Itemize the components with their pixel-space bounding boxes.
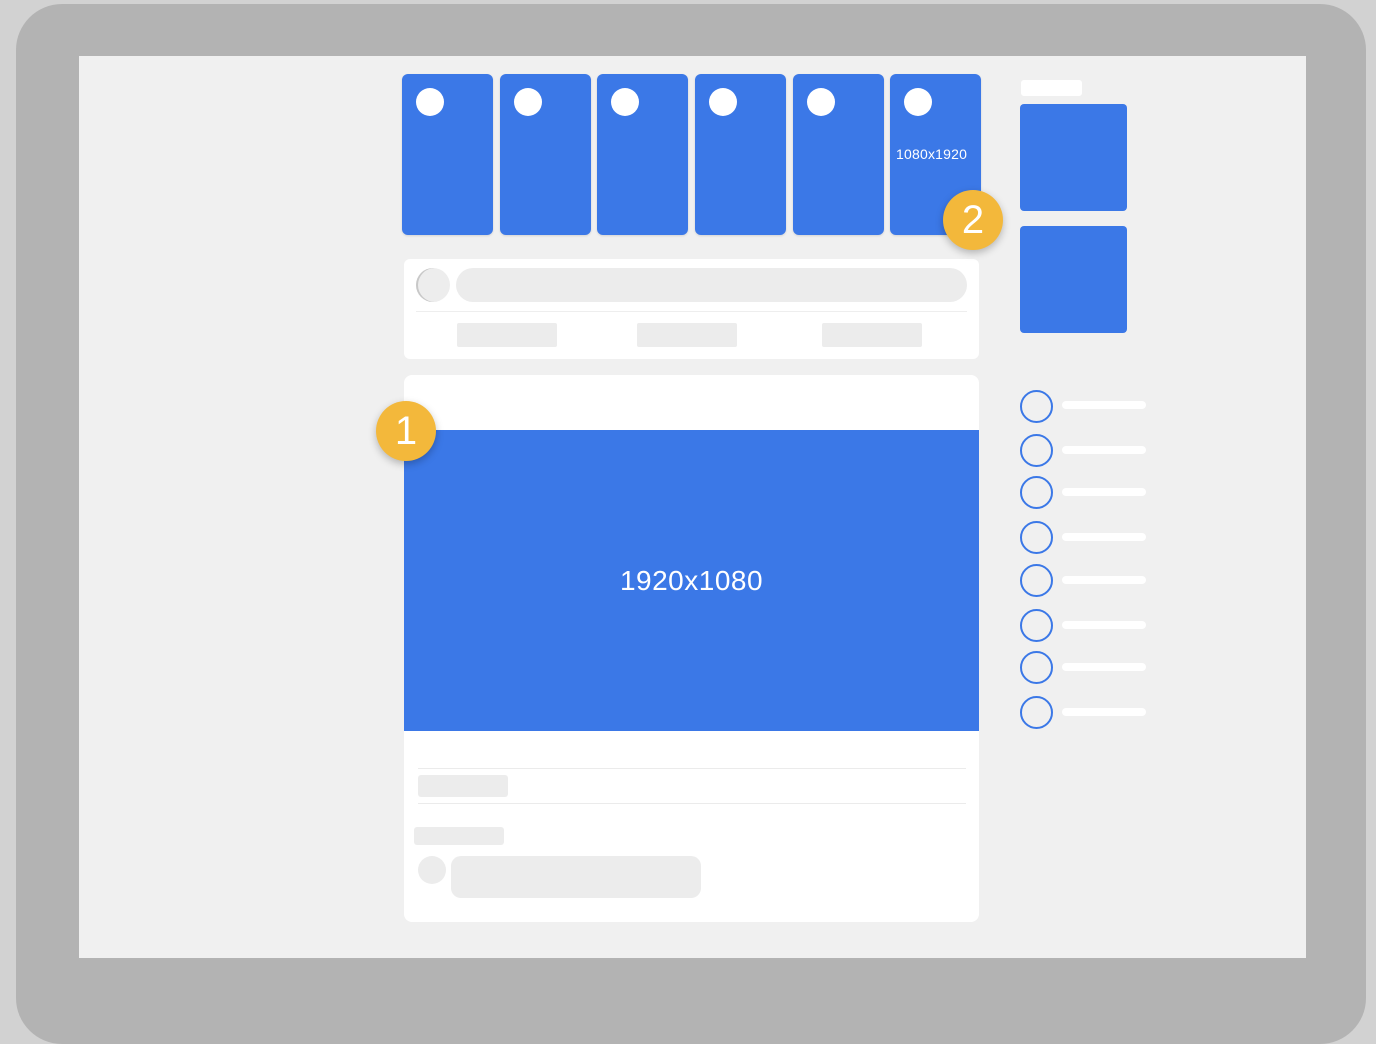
- contact-name[interactable]: [1062, 621, 1146, 629]
- post-image[interactable]: 1920x1080: [404, 430, 979, 731]
- contact-name[interactable]: [1062, 576, 1146, 584]
- feed-screen: 1080x1920 1920x1080: [79, 56, 1306, 958]
- sidebar-heading: [1021, 80, 1082, 96]
- contact-avatar[interactable]: [1020, 434, 1053, 467]
- divider: [416, 311, 967, 312]
- contact-avatar[interactable]: [1020, 651, 1053, 684]
- feed-post: 1920x1080: [404, 375, 979, 922]
- story-avatar: [416, 88, 444, 116]
- composer-action-button[interactable]: [637, 323, 737, 347]
- contact-name[interactable]: [1062, 533, 1146, 541]
- contact-name[interactable]: [1062, 401, 1146, 409]
- contact-name[interactable]: [1062, 446, 1146, 454]
- post-image-size-label: 1920x1080: [619, 564, 764, 596]
- comment-header: [414, 827, 504, 845]
- contact-name[interactable]: [1062, 488, 1146, 496]
- story-avatar: [709, 88, 737, 116]
- contact-avatar[interactable]: [1020, 696, 1053, 729]
- composer-action-button[interactable]: [457, 323, 557, 347]
- callout-badge-1: 1: [376, 401, 436, 461]
- divider: [418, 768, 966, 769]
- story-card[interactable]: [597, 74, 688, 235]
- story-size-label: 1080x1920: [896, 146, 968, 162]
- story-avatar: [611, 88, 639, 116]
- story-card[interactable]: [500, 74, 591, 235]
- story-card[interactable]: [695, 74, 786, 235]
- story-card[interactable]: [793, 74, 884, 235]
- story-avatar: [807, 88, 835, 116]
- comment-input[interactable]: [451, 856, 701, 898]
- post-composer: [404, 259, 979, 359]
- sidebar-tile[interactable]: [1020, 226, 1127, 333]
- callout-badge-2: 2: [943, 190, 1003, 250]
- divider: [418, 803, 966, 804]
- composer-input[interactable]: [456, 268, 967, 302]
- story-avatar: [904, 88, 932, 116]
- contact-avatar[interactable]: [1020, 609, 1053, 642]
- avatar: [418, 856, 446, 884]
- contact-avatar[interactable]: [1020, 564, 1053, 597]
- contact-avatar[interactable]: [1020, 476, 1053, 509]
- reaction-bar[interactable]: [418, 775, 508, 797]
- contact-name[interactable]: [1062, 708, 1146, 716]
- story-avatar: [514, 88, 542, 116]
- contact-avatar[interactable]: [1020, 521, 1053, 554]
- avatar: [416, 268, 450, 302]
- sidebar-tile[interactable]: [1020, 104, 1127, 211]
- contact-name[interactable]: [1062, 663, 1146, 671]
- story-card[interactable]: [402, 74, 493, 235]
- composer-action-button[interactable]: [822, 323, 922, 347]
- contact-avatar[interactable]: [1020, 390, 1053, 423]
